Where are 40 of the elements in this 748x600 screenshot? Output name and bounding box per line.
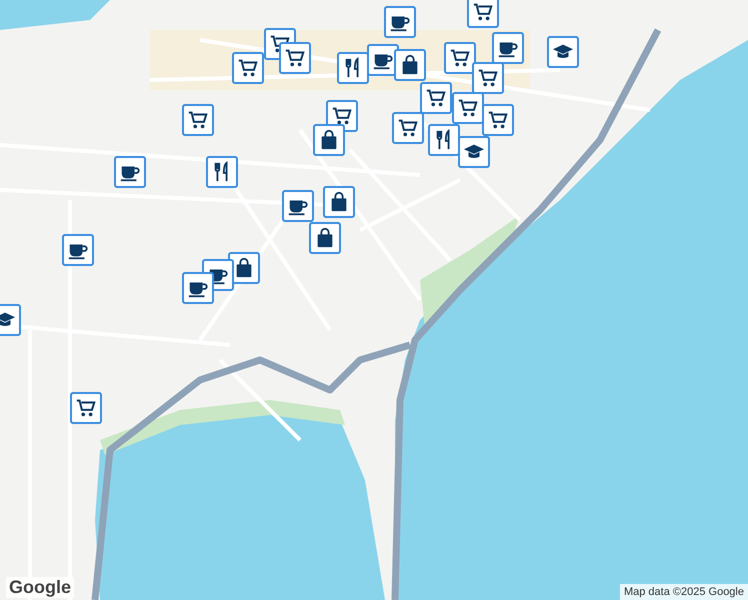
cart-icon [472,1,494,23]
map-marker[interactable] [309,222,341,254]
map-marker[interactable] [420,82,452,114]
map-marker[interactable] [384,6,416,38]
map-marker[interactable] [114,156,146,188]
cart-icon [331,105,353,127]
map-marker[interactable] [182,104,214,136]
cart-icon [457,97,479,119]
map-marker[interactable] [467,0,499,28]
map-marker[interactable] [313,124,345,156]
map-marker[interactable] [337,52,369,84]
cart-icon [75,397,97,419]
map-marker[interactable] [458,136,490,168]
map-marker[interactable] [444,42,476,74]
map-marker[interactable] [279,42,311,74]
map-attribution: Map data ©2025 Google [620,584,748,600]
cart-icon [397,117,419,139]
map-marker[interactable] [472,62,504,94]
map-marker[interactable] [232,52,264,84]
map-marker[interactable] [282,190,314,222]
cart-icon [487,109,509,131]
map-marker[interactable] [62,234,94,266]
cart-icon [237,57,259,79]
map-marker[interactable] [392,112,424,144]
cart-icon [449,47,471,69]
map-marker[interactable] [70,392,102,424]
map-marker[interactable] [482,104,514,136]
cart-icon [284,47,306,69]
cart-icon [187,109,209,131]
map-logo: Google [6,577,74,598]
map-marker[interactable] [492,32,524,64]
map-marker[interactable] [394,49,426,81]
cart-icon [477,67,499,89]
map-marker[interactable] [206,156,238,188]
map-marker[interactable] [182,272,214,304]
cart-icon [425,87,447,109]
map-marker[interactable] [323,186,355,218]
map-marker[interactable] [428,124,460,156]
map-marker[interactable] [452,92,484,124]
map-marker[interactable] [547,36,579,68]
